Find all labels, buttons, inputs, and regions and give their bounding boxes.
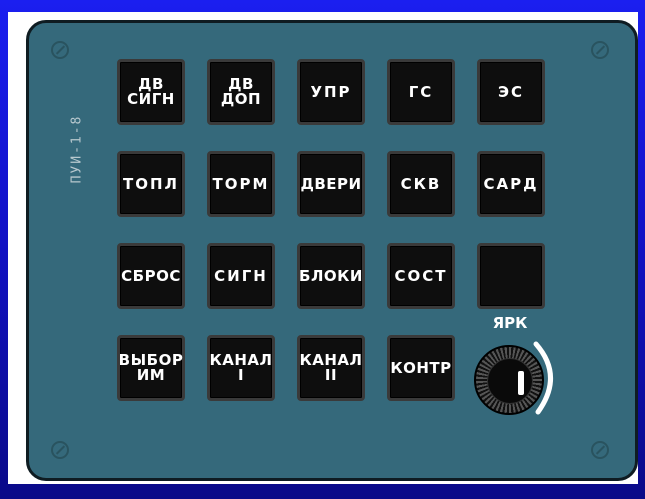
key-label: СИГН	[214, 266, 268, 285]
key-skv[interactable]: СКВ	[387, 151, 455, 217]
key-label: ТОПЛ	[123, 174, 179, 193]
key-torm[interactable]: ТОРМ	[207, 151, 275, 217]
key-sost[interactable]: СОСТ	[387, 243, 455, 309]
key-blank[interactable]	[477, 243, 545, 309]
key-label: ДВЕРИ	[300, 174, 362, 193]
key-label: ЭС	[497, 82, 525, 101]
key-label: БЛОКИ	[299, 266, 363, 285]
screw-icon	[591, 441, 609, 459]
screw-icon	[51, 441, 69, 459]
key-bloki[interactable]: БЛОКИ	[297, 243, 365, 309]
key-label: ДВ ДОП	[220, 75, 262, 108]
knob-cap	[487, 358, 533, 404]
key-label: УПР	[310, 82, 352, 101]
key-label: КОНТР	[390, 358, 452, 377]
key-sard[interactable]: САРД	[477, 151, 545, 217]
key-vybor-im[interactable]: ВЫБОР ИМ	[117, 335, 185, 401]
key-label: СОСТ	[394, 266, 448, 285]
key-sbros[interactable]: СБРОС	[117, 243, 185, 309]
screw-icon	[591, 41, 609, 59]
key-dv-dop[interactable]: ДВ ДОП	[207, 59, 275, 125]
key-kanal-2[interactable]: КАНАЛ II	[297, 335, 365, 401]
key-dv-sign[interactable]: ДВ СИГН	[117, 59, 185, 125]
brightness-arc-icon	[533, 341, 553, 415]
key-kanal-1[interactable]: КАНАЛ I	[207, 335, 275, 401]
key-label: СКВ	[400, 174, 442, 193]
key-label: СБРОС	[121, 266, 181, 285]
key-es[interactable]: ЭС	[477, 59, 545, 125]
key-label: САРД	[483, 174, 539, 193]
key-label: ВЫБОР ИМ	[118, 351, 184, 384]
key-topl[interactable]: ТОПЛ	[117, 151, 185, 217]
key-label: ТОРМ	[212, 174, 270, 193]
key-label: ГС	[408, 82, 434, 101]
key-kontr[interactable]: КОНТР	[387, 335, 455, 401]
screw-icon	[51, 41, 69, 59]
panel-designation: ПУИ-1-8	[69, 114, 85, 184]
key-dveri[interactable]: ДВЕРИ	[297, 151, 365, 217]
knob-pointer-icon	[518, 371, 524, 395]
key-sign[interactable]: СИГН	[207, 243, 275, 309]
key-upr[interactable]: УПР	[297, 59, 365, 125]
key-label: ДВ СИГН	[127, 75, 175, 108]
key-label: КАНАЛ I	[209, 351, 273, 384]
key-label: КАНАЛ II	[299, 351, 363, 384]
key-gs[interactable]: ГС	[387, 59, 455, 125]
brightness-knob-label: ЯРК	[492, 314, 528, 332]
